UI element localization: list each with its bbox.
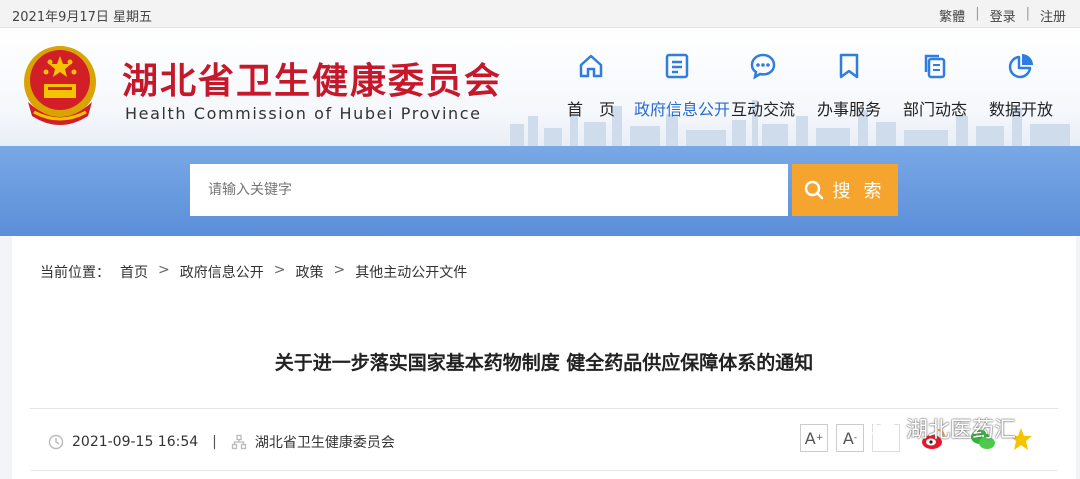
nav-item-interaction[interactable]: 互动交流 bbox=[720, 50, 806, 120]
top-links: 繁體 | 登录 | 注册 bbox=[939, 6, 1066, 25]
nav-label: 部门动态 bbox=[902, 100, 967, 119]
separator: | bbox=[975, 6, 980, 21]
document-list-icon bbox=[665, 53, 689, 79]
site-header: 湖北省卫生健康委员会 Health Commission of Hubei Pr… bbox=[0, 28, 1080, 146]
search-button-label: 搜 索 bbox=[832, 181, 886, 201]
breadcrumb-item-government-info[interactable]: 政府信息公开 bbox=[180, 262, 264, 282]
decrease-font-button[interactable]: A- bbox=[836, 424, 864, 452]
search-band: 搜 索 bbox=[0, 146, 1080, 236]
separator: | bbox=[212, 434, 217, 450]
nav-item-services[interactable]: 办事服务 bbox=[806, 50, 892, 120]
chat-bubble-icon bbox=[750, 53, 776, 80]
breadcrumb-separator: > bbox=[273, 262, 286, 278]
article-source: 湖北省卫生健康委员会 bbox=[254, 435, 395, 451]
search-input[interactable] bbox=[190, 164, 788, 216]
separator: | bbox=[1025, 6, 1030, 21]
divider bbox=[30, 408, 1058, 409]
wechat-logo-icon bbox=[867, 416, 899, 441]
organization-icon bbox=[231, 434, 247, 450]
nav-item-department-news[interactable]: 部门动态 bbox=[892, 50, 978, 120]
article-meta: 2021-09-15 16:54 | 湖北省卫生健康委员会 bbox=[48, 432, 395, 452]
wechat-account-watermark: 湖北医药汇 bbox=[866, 412, 1016, 444]
traditional-chinese-link[interactable]: 繁體 bbox=[939, 6, 965, 25]
breadcrumb-item-other-files[interactable]: 其他主动公开文件 bbox=[355, 262, 467, 282]
nav-label: 首 页 bbox=[566, 100, 615, 119]
breadcrumb-separator: > bbox=[333, 262, 346, 278]
bookmark-icon bbox=[839, 53, 859, 79]
nav-item-government-info[interactable]: 政府信息公开 bbox=[634, 50, 731, 120]
publish-datetime: 2021-09-15 16:54 bbox=[72, 434, 199, 450]
current-date: 2021年9月17日 星期五 bbox=[12, 10, 153, 25]
nav-label: 政府信息公开 bbox=[634, 100, 731, 119]
nav-label: 数据开放 bbox=[988, 100, 1053, 119]
home-icon bbox=[579, 54, 603, 78]
main-nav: 首 页 政府信息公开 互动交流 办事服务 部门动态 数据开放 bbox=[548, 50, 1064, 120]
register-link[interactable]: 注册 bbox=[1040, 6, 1066, 25]
clock-icon bbox=[48, 434, 64, 450]
nav-label: 互动交流 bbox=[730, 100, 795, 119]
top-bar: 2021年9月17日 星期五 繁體 | 登录 | 注册 bbox=[0, 0, 1080, 28]
breadcrumb-separator: > bbox=[158, 262, 170, 278]
breadcrumb: 当前位置： 首页 > 政府信息公开 > 政策 > 其他主动公开文件 bbox=[40, 262, 467, 282]
watermark-text: 湖北医药汇 bbox=[906, 418, 1017, 443]
breadcrumb-item-home[interactable]: 首页 bbox=[120, 262, 148, 282]
pie-chart-icon bbox=[1008, 54, 1033, 79]
nav-label: 办事服务 bbox=[816, 100, 881, 119]
breadcrumb-item-policy[interactable]: 政策 bbox=[295, 262, 323, 282]
divider bbox=[30, 470, 1058, 471]
login-link[interactable]: 登录 bbox=[990, 6, 1016, 25]
national-emblem-logo bbox=[24, 46, 96, 125]
article-title: 关于进一步落实国家基本药物制度 健全药品供应保障体系的通知 bbox=[274, 352, 814, 374]
site-subtitle-english: Health Commission of Hubei Province bbox=[125, 104, 482, 123]
copy-document-icon bbox=[924, 54, 946, 79]
search-button[interactable]: 搜 索 bbox=[792, 164, 898, 216]
increase-font-button[interactable]: A + bbox=[800, 424, 828, 452]
nav-item-home[interactable]: 首 页 bbox=[548, 50, 634, 120]
site-title: 湖北省卫生健康委员会 bbox=[122, 60, 503, 102]
nav-item-open-data[interactable]: 数据开放 bbox=[978, 50, 1064, 120]
breadcrumb-lead: 当前位置： bbox=[40, 265, 110, 281]
search-icon bbox=[805, 180, 824, 200]
